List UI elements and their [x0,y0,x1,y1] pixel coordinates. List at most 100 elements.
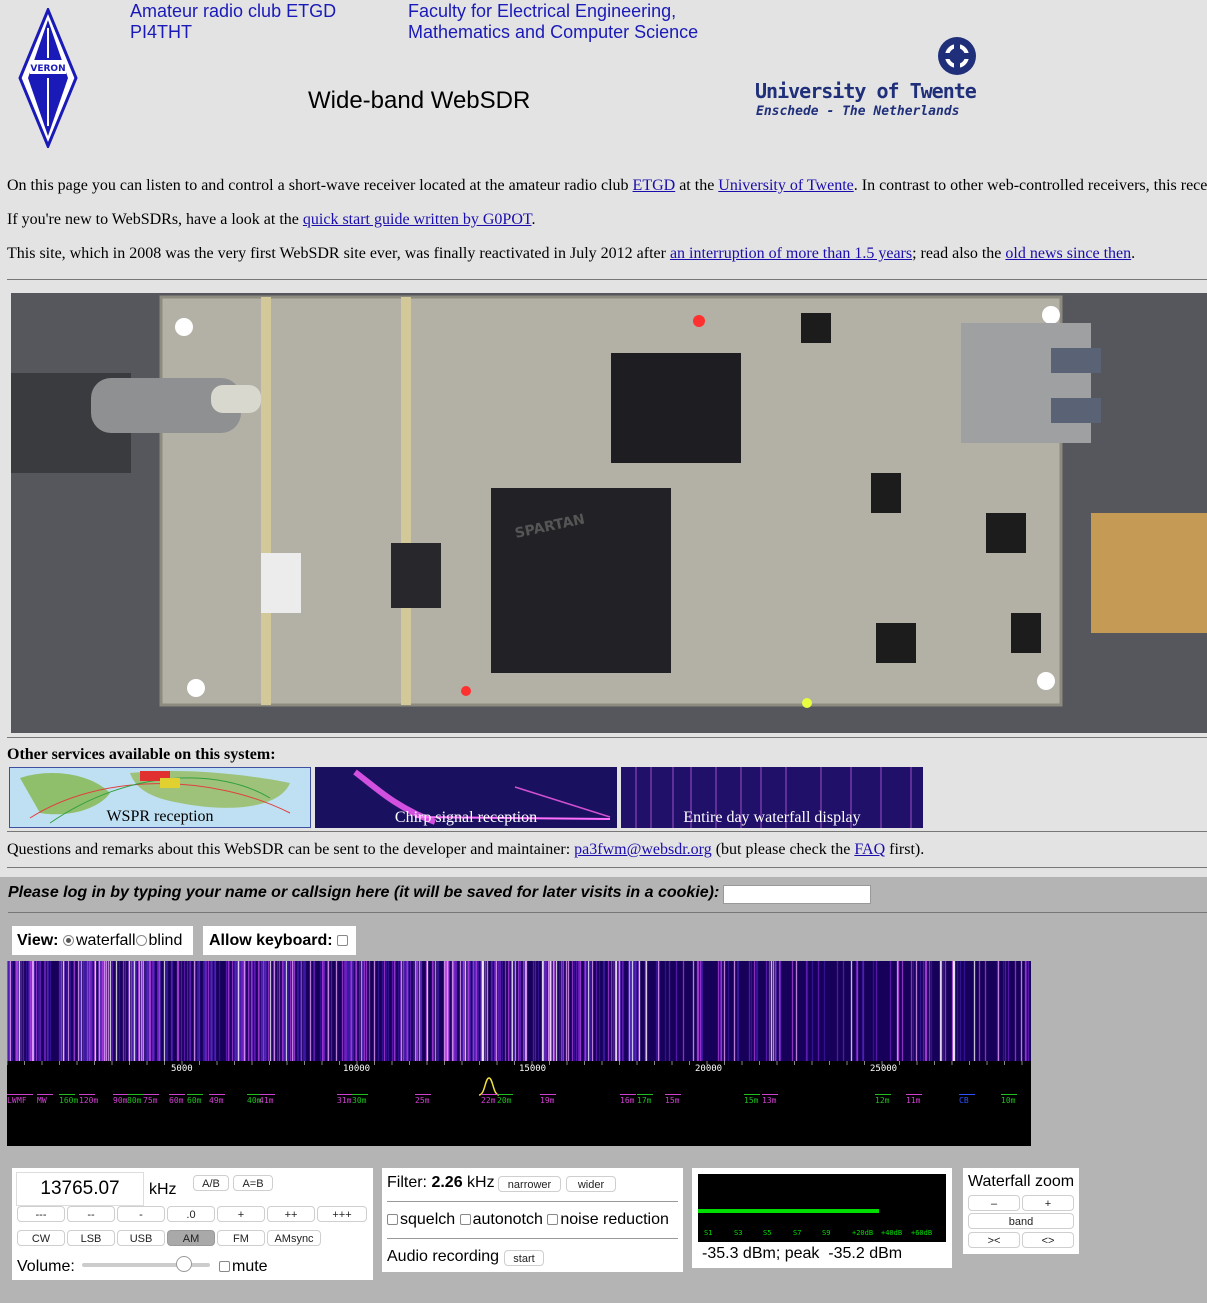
day-waterfall-service-link[interactable]: Entire day waterfall display [621,767,923,828]
view-waterfall-radio[interactable] [62,935,74,947]
volume-label: Volume: [17,1258,75,1275]
tuning-marker-icon[interactable] [477,1076,501,1096]
mode-cw-button[interactable]: CW [17,1230,65,1246]
smeter-scale-label: S5 [763,1229,772,1237]
veron-logo[interactable]: VERON [18,6,78,150]
smeter-panel: S1 S3 S5 S7 S9 +20dB +40dB +60dB -35.3 dBm; pea… [692,1168,952,1268]
receiver-board-photo: SPARTAN [11,293,1207,733]
band-label[interactable]: 10m [1001,1094,1017,1105]
mute-label: mute [232,1258,268,1275]
frequency-scale[interactable]: 5000 10000 15000 20000 25000 LW MF MW 160m 1… [7,1061,1031,1146]
band-label[interactable]: 25m [415,1094,431,1105]
step-up-2-button[interactable]: ++ [267,1206,315,1222]
band-label[interactable]: 13m [762,1094,778,1105]
band-label[interactable]: 15m [665,1094,681,1105]
band-label[interactable]: 17m [637,1094,653,1105]
band-label-text: 15m [665,1096,680,1105]
step-down-2-button[interactable]: -- [67,1206,115,1222]
vfo-equal-button[interactable]: A=B [233,1175,273,1191]
mode-am-button[interactable]: AM [167,1230,215,1246]
band-label[interactable]: MW [37,1094,53,1105]
round-frequency-button[interactable]: .0 [167,1206,215,1222]
callsign-input[interactable] [723,885,871,904]
band-label[interactable]: 15m [744,1094,760,1105]
narrower-button[interactable]: narrower [498,1176,561,1192]
band-range-line [37,1094,53,1095]
squelch-label: squelch [400,1211,456,1228]
smeter-bar [698,1209,879,1213]
tuner-panel: 13765.07 kHz A/B A=B --- -- - .0 + ++ ++… [12,1168,373,1280]
band-label[interactable]: 60m [169,1094,185,1105]
band-label[interactable]: 30m [352,1094,368,1105]
intro-paragraph-3: This site, which in 2008 was the very fi… [7,245,1135,263]
frequency-input[interactable]: 13765.07 [16,1172,144,1206]
wider-button[interactable]: wider [566,1176,616,1192]
mute-checkbox[interactable] [219,1261,230,1273]
band-range-line [187,1094,203,1095]
zoom-in-button[interactable]: + [1022,1195,1074,1211]
band-label[interactable]: 16m [620,1094,636,1105]
band-range-line [497,1094,513,1095]
volume-slider[interactable] [82,1256,210,1272]
band-label[interactable]: 22m [481,1094,497,1105]
view-blind-radio[interactable] [135,935,147,947]
band-label-text: 16m [620,1096,635,1105]
vfo-ab-button[interactable]: A/B [193,1175,229,1191]
waterfall-display[interactable] [7,961,1031,1061]
zoom-band-button[interactable]: band [968,1213,1074,1229]
band-label[interactable]: 80m [127,1094,143,1105]
squelch-checkbox[interactable] [387,1214,398,1226]
old-news-link[interactable]: old news since then [1005,245,1131,262]
view-option-label: blind [148,932,183,949]
start-recording-button[interactable]: start [504,1250,544,1266]
step-down-3-button[interactable]: --- [17,1206,65,1222]
band-label-text: 19m [540,1096,555,1105]
email-link[interactable]: pa3fwm@websdr.org [574,841,712,858]
university-link[interactable]: University of Twente [718,177,853,194]
band-label[interactable]: 11m [906,1094,922,1105]
interruption-link[interactable]: an interruption of more than 1.5 years [670,245,912,262]
step-up-3-button[interactable]: +++ [317,1206,367,1222]
band-label[interactable]: 19m [540,1094,556,1105]
autonotch-checkbox[interactable] [459,1214,471,1226]
zoom-out-button[interactable]: – [968,1195,1020,1211]
view-panel: View: waterfall blind [12,926,193,955]
step-down-1-button[interactable]: - [117,1206,165,1222]
waterfall-canvas[interactable] [7,961,1031,1061]
step-up-1-button[interactable]: + [217,1206,265,1222]
band-label[interactable]: 31m [337,1094,353,1105]
volume-slider-handle[interactable] [176,1256,192,1272]
smeter-scale-label: S9 [822,1229,831,1237]
divider [387,1201,678,1202]
band-label[interactable]: 49m [209,1094,225,1105]
zoom-narrow-button[interactable]: >< [968,1232,1020,1248]
university-logo[interactable]: University of Twente Enschede - The Neth… [755,36,980,122]
band-label[interactable]: 20m [497,1094,513,1105]
etgd-link[interactable]: ETGD [633,177,676,194]
mode-lsb-button[interactable]: LSB [67,1230,115,1246]
wspr-service-link[interactable]: WSPR reception [9,767,311,828]
band-label-text: CB [959,1096,969,1105]
mode-usb-button[interactable]: USB [117,1230,165,1246]
allow-keyboard-checkbox[interactable] [337,935,349,947]
mode-amsync-button[interactable]: AMsync [267,1230,321,1246]
band-label[interactable]: 160m [59,1094,78,1105]
band-label[interactable]: 120m [79,1094,98,1105]
faq-link[interactable]: FAQ [854,841,885,858]
noise-reduction-checkbox[interactable] [547,1214,559,1226]
band-label[interactable]: 60m [187,1094,203,1105]
zoom-panel: Waterfall zoom – + band >< <> [963,1168,1079,1254]
quick-start-link[interactable]: quick start guide written by G0POT [303,211,532,228]
band-label[interactable]: MF [17,1094,33,1105]
band-label[interactable]: CB [959,1094,975,1105]
band-label[interactable]: 41m [259,1094,275,1105]
band-label[interactable]: 75m [143,1094,159,1105]
divider [7,279,1207,280]
band-range-line [875,1094,891,1095]
autonotch-label: autonotch [472,1211,543,1228]
mode-fm-button[interactable]: FM [217,1230,265,1246]
filter-unit: kHz [467,1174,495,1191]
zoom-wide-button[interactable]: <> [1022,1232,1074,1248]
chirp-service-link[interactable]: Chirp signal reception [315,767,617,828]
band-label[interactable]: 12m [875,1094,891,1105]
